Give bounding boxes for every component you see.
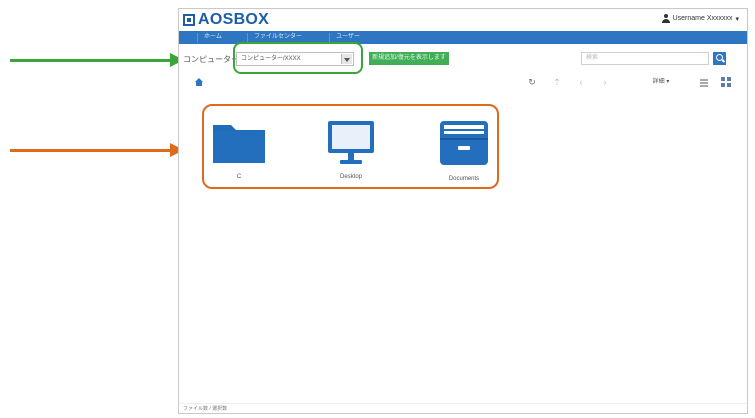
home-icon[interactable] (195, 78, 203, 86)
tab-file-center[interactable]: ファイルセンター (247, 33, 308, 42)
tab-users[interactable]: ユーザー (329, 33, 366, 42)
app-title: AOSBOX (198, 11, 270, 28)
orange-callout-arrow (10, 143, 184, 157)
green-highlight-box (233, 42, 363, 74)
forward-icon[interactable]: › (597, 75, 613, 89)
refresh-icon[interactable]: ↻ (524, 75, 540, 89)
breadcrumb-label: コンピューター (183, 55, 239, 64)
restore-button[interactable]: 新規追加/復元を表示します (369, 52, 449, 65)
user-icon (661, 14, 670, 23)
search-input[interactable]: 検索 (581, 52, 709, 65)
file-toolbar: ↻ ⇡ ‹ › 詳細 ▾ (179, 75, 747, 91)
user-name: Username Xxxxxxx (672, 15, 733, 22)
tab-home[interactable]: ホーム (197, 33, 228, 42)
top-bar: AOSBOX Username Xxxxxxx ▾ (179, 9, 747, 32)
back-icon[interactable]: ‹ (573, 75, 589, 89)
view-mode-dropdown[interactable]: 詳細 ▾ (643, 75, 679, 89)
list-view-icon[interactable] (699, 77, 709, 87)
green-callout-arrow (10, 53, 184, 67)
search-icon[interactable] (713, 52, 726, 65)
app-logo: AOSBOX (183, 11, 269, 29)
user-menu[interactable]: Username Xxxxxxx ▾ (661, 14, 739, 23)
chevron-down-icon: ▾ (735, 15, 739, 23)
logo-mark-icon (183, 14, 195, 26)
orange-highlight-box (202, 104, 499, 189)
grid-view-icon[interactable] (721, 77, 731, 87)
view-mode-label: 詳細 (652, 79, 665, 85)
upload-icon[interactable]: ⇡ (549, 75, 565, 89)
status-bar: ファイル数 / 選択数 (179, 403, 747, 413)
